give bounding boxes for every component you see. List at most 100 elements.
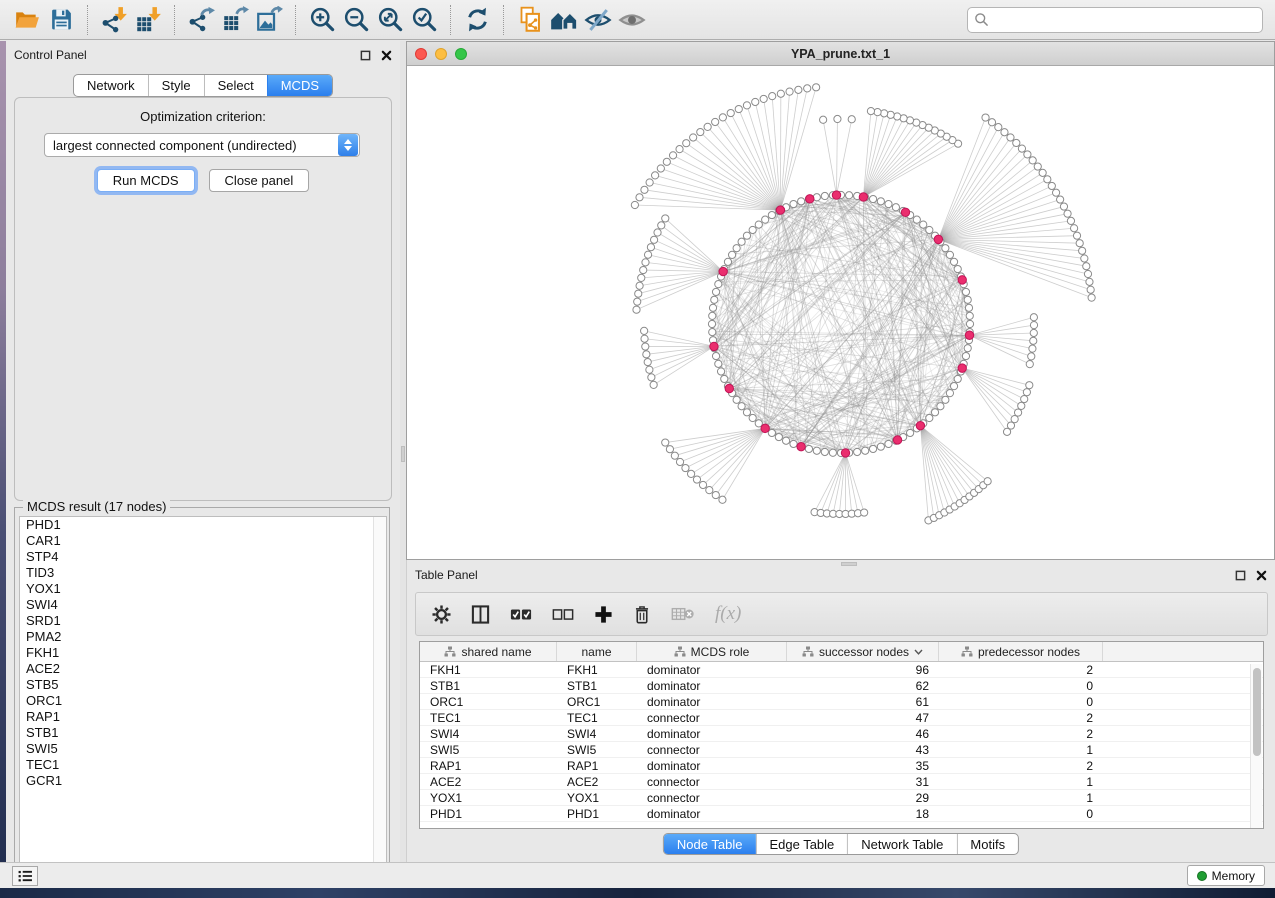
mcds-result-item[interactable]: PHD1 [20, 517, 386, 533]
graph-leaf-node[interactable] [1087, 286, 1094, 293]
graph-leaf-node[interactable] [813, 84, 820, 91]
graph-leaf-node[interactable] [704, 123, 711, 130]
graph-node[interactable] [712, 288, 719, 295]
close-panel-icon[interactable] [381, 50, 392, 61]
graph-leaf-node[interactable] [719, 496, 726, 503]
tab-style[interactable]: Style [148, 75, 204, 96]
criterion-dropdown[interactable]: largest connected component (undirected) [44, 133, 360, 157]
mcds-result-item[interactable]: RAP1 [20, 709, 386, 725]
graph-leaf-node[interactable] [1028, 353, 1035, 360]
graph-leaf-node[interactable] [1030, 329, 1037, 336]
mcds-result-item[interactable]: GCR1 [20, 773, 386, 789]
graph-node[interactable] [964, 345, 971, 352]
tab-network[interactable]: Network [74, 75, 148, 96]
open-file-icon[interactable] [10, 4, 44, 36]
graph-leaf-node[interactable] [663, 158, 670, 165]
graph-leaf-node[interactable] [848, 116, 855, 123]
graph-leaf-node[interactable] [743, 102, 750, 109]
graph-node[interactable] [962, 352, 969, 359]
graph-mcds-hub-node[interactable] [916, 421, 924, 429]
graph-node[interactable] [950, 258, 957, 265]
graph-node[interactable] [717, 368, 724, 375]
graph-node[interactable] [749, 226, 756, 233]
graph-node[interactable] [724, 258, 731, 265]
graph-leaf-node[interactable] [1039, 169, 1046, 176]
select-all-icon[interactable] [510, 607, 532, 622]
graph-node[interactable] [743, 232, 750, 239]
graph-node[interactable] [885, 440, 892, 447]
graph-leaf-node[interactable] [982, 114, 989, 121]
graph-leaf-node[interactable] [1024, 151, 1031, 158]
graph-leaf-node[interactable] [712, 118, 719, 125]
graph-node[interactable] [950, 383, 957, 390]
mcds-result-item[interactable]: FKH1 [20, 645, 386, 661]
graph-mcds-hub-node[interactable] [719, 267, 727, 275]
graph-leaf-node[interactable] [1086, 278, 1093, 285]
graph-node[interactable] [926, 226, 933, 233]
graph-leaf-node[interactable] [1018, 402, 1025, 409]
graph-leaf-node[interactable] [642, 343, 649, 350]
graph-node[interactable] [715, 360, 722, 367]
graph-leaf-node[interactable] [640, 266, 647, 273]
graph-leaf-node[interactable] [1030, 322, 1037, 329]
graph-node[interactable] [962, 288, 969, 295]
import-network-icon[interactable] [97, 4, 131, 36]
graph-node[interactable] [954, 265, 961, 272]
zoom-fit-icon[interactable] [373, 4, 407, 36]
close-window-icon[interactable] [415, 48, 427, 60]
graph-leaf-node[interactable] [697, 128, 704, 135]
graph-leaf-node[interactable] [636, 194, 643, 201]
import-table-icon[interactable] [131, 4, 165, 36]
graph-leaf-node[interactable] [988, 119, 995, 126]
first-neighbors-icon[interactable] [547, 4, 581, 36]
graph-leaf-node[interactable] [644, 251, 651, 258]
tab-edge-table[interactable]: Edge Table [755, 834, 847, 854]
graph-mcds-hub-node[interactable] [958, 364, 966, 372]
column-header-predecessor-nodes[interactable]: predecessor nodes [939, 642, 1103, 661]
run-mcds-button[interactable]: Run MCDS [97, 169, 195, 192]
graph-mcds-hub-node[interactable] [806, 195, 814, 203]
graph-node[interactable] [733, 245, 740, 252]
save-session-icon[interactable] [44, 4, 78, 36]
zoom-out-icon[interactable] [339, 4, 373, 36]
graph-leaf-node[interactable] [647, 244, 654, 251]
mcds-result-list[interactable]: PHD1CAR1STP4TID3YOX1SWI4SRD1PMA2FKH1ACE2… [19, 516, 387, 876]
graph-leaf-node[interactable] [1067, 217, 1074, 224]
float-panel-icon[interactable] [360, 50, 371, 61]
graph-leaf-node[interactable] [867, 107, 874, 114]
table-row[interactable]: STB1STB1dominator620 [420, 678, 1263, 694]
graph-node[interactable] [775, 433, 782, 440]
graph-mcds-hub-node[interactable] [901, 208, 909, 216]
network-canvas[interactable] [407, 66, 1274, 559]
graph-leaf-node[interactable] [650, 381, 657, 388]
graph-leaf-node[interactable] [1030, 337, 1037, 344]
graph-leaf-node[interactable] [646, 179, 653, 186]
graph-leaf-node[interactable] [662, 439, 669, 446]
graph-leaf-node[interactable] [687, 470, 694, 477]
graph-leaf-node[interactable] [671, 452, 678, 459]
delete-column-icon[interactable] [633, 605, 651, 624]
graph-leaf-node[interactable] [727, 109, 734, 116]
graph-leaf-node[interactable] [719, 114, 726, 121]
graph-node[interactable] [869, 195, 876, 202]
graph-leaf-node[interactable] [642, 259, 649, 266]
graph-node[interactable] [813, 447, 820, 454]
graph-leaf-node[interactable] [1007, 134, 1014, 141]
close-panel-button[interactable]: Close panel [209, 169, 310, 192]
graph-node[interactable] [733, 396, 740, 403]
graph-leaf-node[interactable] [633, 306, 640, 313]
column-header-name[interactable]: name [557, 642, 637, 661]
deselect-all-icon[interactable] [552, 607, 574, 622]
graph-node[interactable] [728, 251, 735, 258]
graph-node[interactable] [931, 409, 938, 416]
graph-leaf-node[interactable] [636, 282, 643, 289]
search-box[interactable] [967, 7, 1263, 33]
graph-leaf-node[interactable] [652, 172, 659, 179]
table-row[interactable]: ACE2ACE2connector311 [420, 774, 1263, 790]
graph-leaf-node[interactable] [658, 222, 665, 229]
graph-leaf-node[interactable] [682, 464, 689, 471]
graph-leaf-node[interactable] [1064, 210, 1071, 217]
graph-mcds-hub-node[interactable] [761, 424, 769, 432]
graph-node[interactable] [862, 447, 869, 454]
graph-node[interactable] [966, 320, 973, 327]
